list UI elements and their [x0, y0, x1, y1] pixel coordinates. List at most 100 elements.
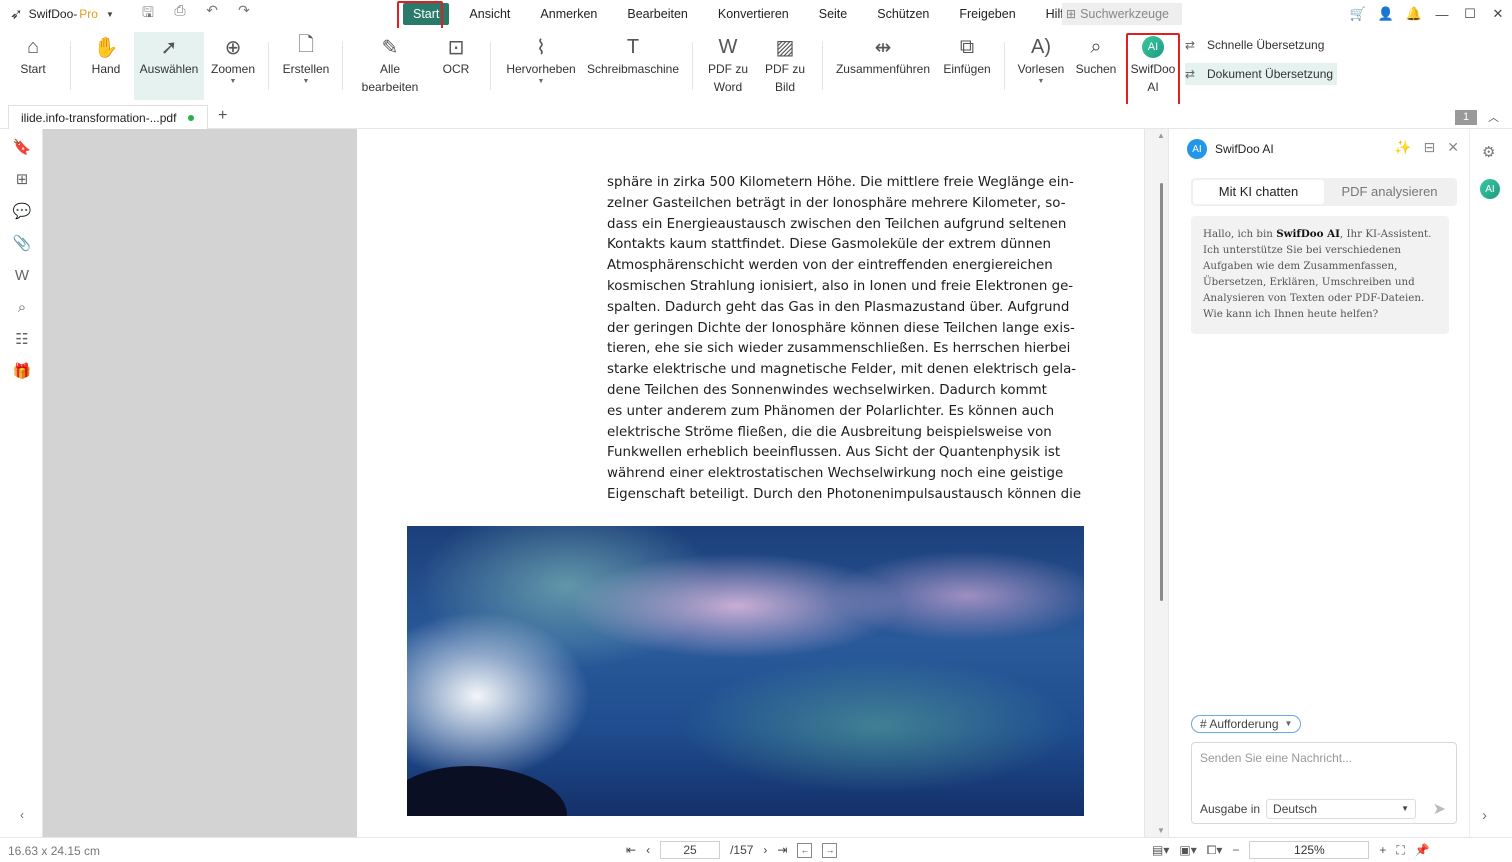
attachment-icon[interactable]: 📎 — [12, 233, 32, 253]
chevron-down-icon: ▼ — [229, 78, 237, 85]
search-button[interactable]: ⌕ Suchen — [1074, 32, 1118, 100]
tab-chat[interactable]: Mit KI chatten — [1193, 180, 1324, 204]
select-tool-button[interactable]: ➚ Auswählen — [134, 32, 204, 100]
settings-sliders-icon[interactable]: ⚙ — [1482, 143, 1495, 161]
pdf-to-image-button[interactable]: ▨ PDF zu Bild — [762, 32, 808, 100]
menu-konvertieren[interactable]: Konvertieren — [703, 0, 804, 28]
create-label: Erstellen — [282, 62, 330, 76]
chevron-left-icon[interactable]: ‹ — [12, 805, 32, 825]
select-label: Auswählen — [139, 62, 199, 76]
text-line: dass ein Energieaustausch zwischen den T… — [607, 216, 1067, 232]
add-tab-icon[interactable]: + — [218, 107, 227, 125]
word-icon[interactable]: W — [12, 265, 32, 285]
page-navigation: ⇤ ‹ 25 /157 › ⇥ ← → — [626, 841, 838, 859]
chevron-down-icon: ▼ — [1284, 719, 1293, 728]
print-icon[interactable]: ⎙ — [171, 2, 189, 26]
bookmark-icon[interactable]: 🔖 — [12, 137, 32, 157]
prompt-dropdown[interactable]: # Aufforderung ▼ — [1191, 715, 1302, 733]
ai-greeting-message: Hallo, ich bin SwifDoo AI, Ihr KI-Assist… — [1191, 216, 1449, 334]
zoom-in-icon[interactable]: + — [1379, 843, 1386, 857]
insert-button[interactable]: ⧉ Einfügen — [940, 32, 994, 100]
close-icon[interactable]: ✕ — [1447, 139, 1459, 156]
typewriter-button[interactable]: T Schreibmaschine — [586, 32, 680, 100]
zoom-out-icon[interactable]: − — [1232, 843, 1239, 857]
save-icon[interactable]: 🖫 — [139, 2, 157, 26]
ai-shortcut-icon[interactable]: AI — [1480, 179, 1500, 199]
next-view-icon[interactable]: → — [822, 842, 838, 858]
last-page-icon[interactable]: ⇥ — [777, 843, 787, 857]
merge-label: Zusammenführen — [835, 62, 931, 76]
tab-analyze-pdf[interactable]: PDF analysieren — [1324, 180, 1455, 204]
search-label: Suchen — [1075, 62, 1117, 76]
menu-freigeben[interactable]: Freigeben — [944, 0, 1030, 28]
chevron-right-icon[interactable]: › — [1482, 807, 1487, 824]
page-number-input[interactable]: 25 — [660, 841, 721, 859]
close-button[interactable]: ✕ — [1484, 6, 1512, 22]
document-tab[interactable]: ilide.info-transformation-...pdf — [8, 105, 208, 129]
document-translate-button[interactable]: ⇄ Dokument Übersetzung — [1185, 63, 1338, 85]
maximize-button[interactable]: ☐ — [1456, 6, 1484, 22]
menu-seite[interactable]: Seite — [804, 0, 863, 28]
menu-schuetzen[interactable]: Schützen — [862, 0, 944, 28]
thumbnails-icon[interactable]: ⊞ — [12, 169, 32, 189]
quick-translate-button[interactable]: ⇄ Schnelle Übersetzung — [1185, 34, 1328, 56]
chevron-up-icon[interactable]: ︿ — [1488, 109, 1499, 125]
scroll-up-icon[interactable]: ▲ — [1157, 131, 1165, 140]
user-icon[interactable]: 👤 — [1372, 6, 1400, 22]
start-button[interactable]: ⌂ Start — [14, 32, 52, 100]
cart-icon[interactable]: 🛒 — [1344, 6, 1372, 22]
previous-view-icon[interactable]: ← — [797, 842, 813, 858]
fit-page-icon[interactable]: ▣▾ — [1179, 843, 1196, 857]
output-language-select[interactable]: Deutsch ▼ — [1266, 799, 1417, 819]
search-tools-field[interactable]: ⊞ Suchwerkzeuge — [1062, 3, 1182, 25]
menu-ansicht[interactable]: Ansicht — [454, 0, 525, 28]
aurora-photo — [407, 526, 1084, 816]
merge-button[interactable]: ⇹ Zusammenführen — [834, 32, 932, 100]
pdf-to-word-button[interactable]: W PDF zu Word — [704, 32, 752, 100]
swift-bird-logo-icon: ➶ — [10, 6, 23, 23]
gift-icon[interactable]: 🎁 — [12, 361, 32, 381]
text-line: Eigenschaft beteiligt. Durch den Photone… — [607, 486, 1082, 502]
vertical-scrollbar[interactable]: ▲ ▼ — [1144, 129, 1168, 837]
text-line: starke elektrische und magnetische Felde… — [607, 362, 1077, 378]
zoom-button[interactable]: ⊕ Zoomen ▼ — [206, 32, 260, 100]
app-menu[interactable]: ➶ SwifDoo- Pro ▼ — [10, 5, 135, 23]
edit-all-button[interactable]: ✎ Alle bearbeiten — [356, 32, 424, 100]
first-page-icon[interactable]: ⇤ — [626, 843, 636, 857]
hand-tool-button[interactable]: ✋ Hand — [84, 32, 128, 100]
undo-icon[interactable]: ↶ — [203, 2, 221, 26]
scrollbar-thumb[interactable] — [1160, 183, 1163, 601]
next-page-icon[interactable]: › — [763, 843, 767, 857]
divider — [1004, 42, 1005, 90]
app-edition: Pro — [79, 7, 98, 21]
left-sidebar: 🔖 ⊞ 💬 📎 W ⌕ ☷ 🎁 ‹ — [0, 129, 43, 837]
highlight-button[interactable]: ⌇ Hervorheben ▼ — [504, 32, 578, 100]
document-tab-bar: ilide.info-transformation-...pdf + 1 ︿ — [0, 104, 1512, 129]
typewriter-label: Schreibmaschine — [586, 62, 680, 76]
page-layout-icon[interactable]: ▤▾ — [1152, 843, 1169, 857]
read-aloud-button[interactable]: A) Vorlesen ▼ — [1016, 32, 1066, 100]
fullscreen-icon[interactable]: ⛶ — [1396, 843, 1404, 858]
send-icon[interactable]: ➤ — [1433, 799, 1446, 819]
menu-bearbeiten[interactable]: Bearbeiten — [612, 0, 702, 28]
pdf-page: sphäre in zirka 500 Kilometern Höhe. Die… — [357, 129, 1144, 837]
sparkle-icon[interactable]: ✨ — [1394, 139, 1411, 156]
text-line: es unter anderem zum Phänomen der Polarl… — [607, 403, 1055, 419]
prev-page-icon[interactable]: ‹ — [646, 843, 650, 857]
ocr-button[interactable]: ⊡ OCR — [436, 32, 476, 100]
scroll-down-icon[interactable]: ▼ — [1157, 826, 1165, 835]
menu-anmerken[interactable]: Anmerken — [525, 0, 612, 28]
create-button[interactable]: 🗋 Erstellen ▼ — [280, 32, 332, 100]
redo-icon[interactable]: ↷ — [235, 2, 253, 26]
comments-icon[interactable]: 💬 — [12, 201, 32, 221]
zoom-level-input[interactable]: 125% — [1249, 841, 1370, 859]
message-input[interactable]: Senden Sie eine Nachricht... — [1200, 751, 1352, 765]
page-mode-icon[interactable]: ⧠▾ — [1207, 843, 1223, 858]
bell-icon[interactable]: 🔔 — [1400, 6, 1428, 22]
minimize-button[interactable]: — — [1428, 7, 1456, 22]
form-icon[interactable]: ☷ — [12, 329, 32, 349]
document-tab-label: ilide.info-transformation-...pdf — [21, 110, 177, 125]
search-icon[interactable]: ⌕ — [12, 297, 32, 317]
pin-icon[interactable]: 📌 — [1415, 843, 1430, 857]
clear-icon[interactable]: ⊟ — [1424, 139, 1436, 156]
